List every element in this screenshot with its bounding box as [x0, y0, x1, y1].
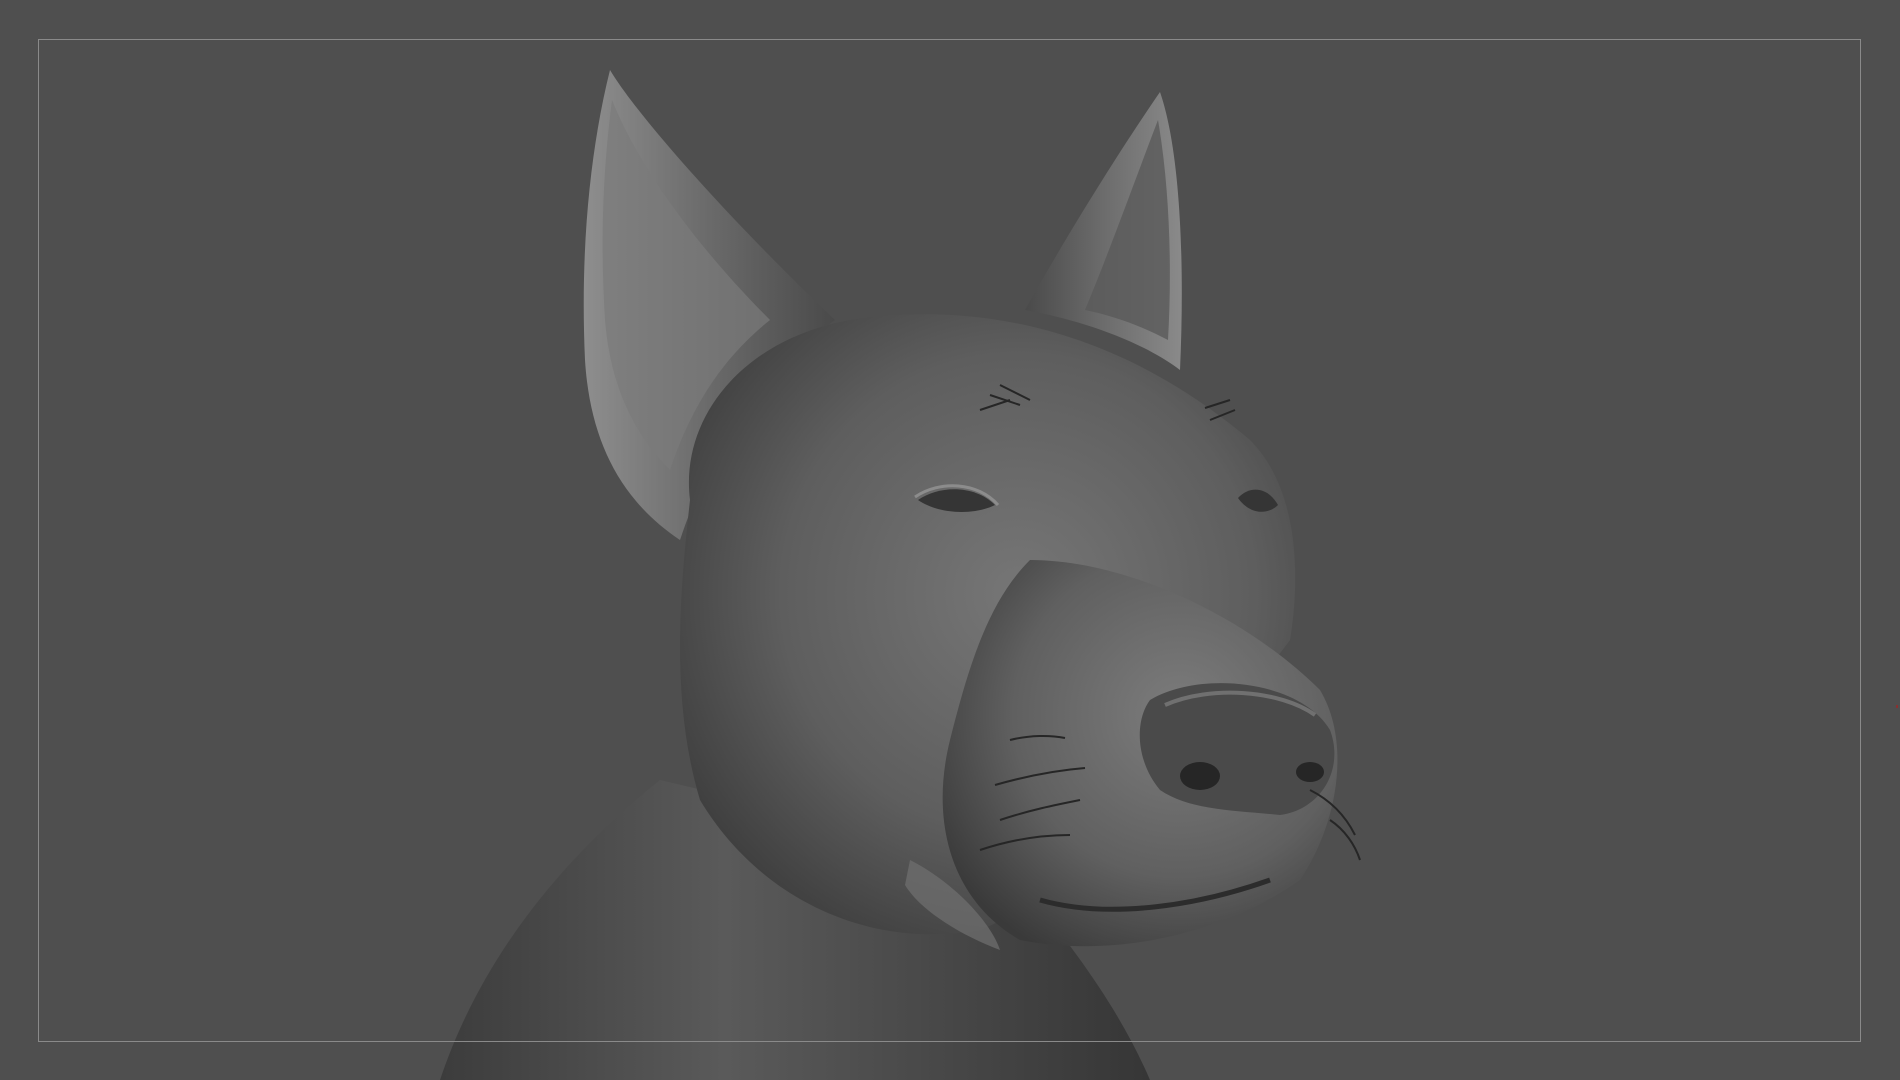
canvas-marker	[1896, 705, 1898, 708]
zbrush-canvas[interactable]	[0, 0, 1900, 1080]
document-frame	[38, 39, 1861, 1042]
